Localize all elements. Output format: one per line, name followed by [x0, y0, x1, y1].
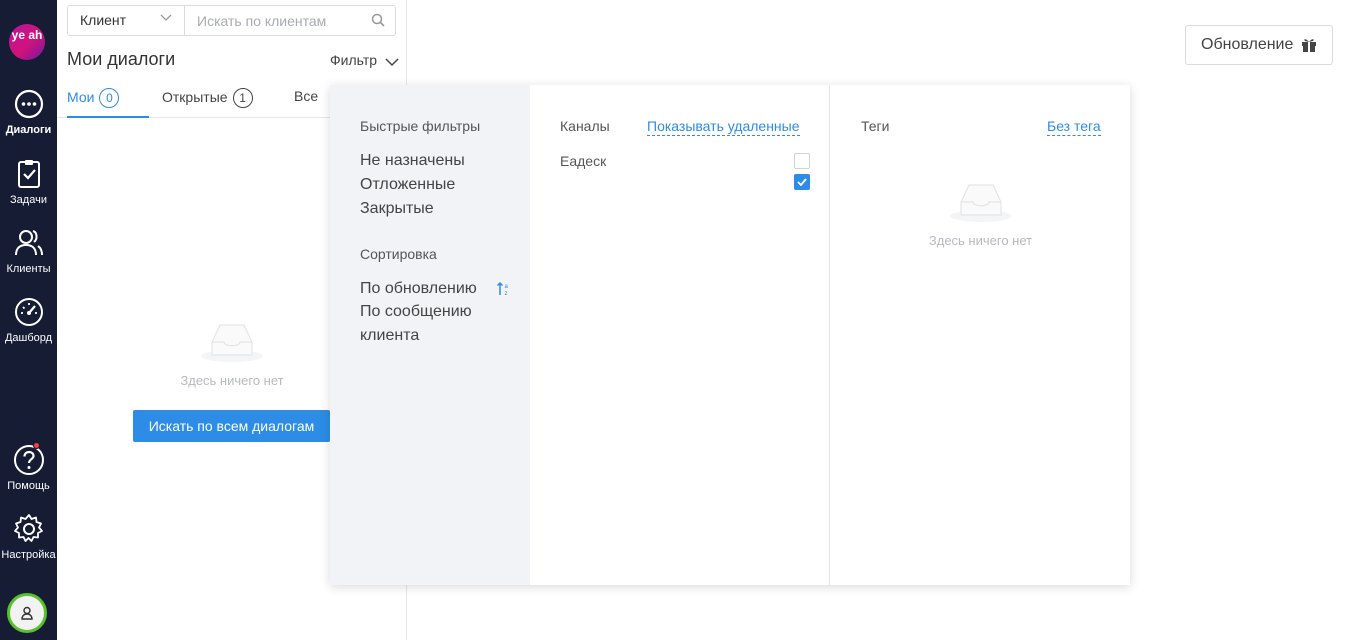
sort-az-icon[interactable]: a z	[496, 281, 512, 297]
app-logo[interactable]: ye ah	[9, 24, 45, 60]
nav-tasks-label: Задачи	[10, 194, 47, 206]
empty-inbox-icon	[949, 184, 1012, 222]
tab-open-label: Открытые	[162, 89, 228, 105]
search-type-select[interactable]: Клиент	[68, 6, 185, 35]
gift-icon	[1302, 39, 1316, 52]
count-badge: 0	[99, 88, 120, 108]
quick-filter-unassigned[interactable]: Не назначены	[360, 152, 465, 170]
search-all-button[interactable]: Искать по всем диалогам	[133, 410, 330, 442]
nav-help-label: Помощь	[7, 480, 50, 492]
quick-filters-column: Быстрые фильтры Не назначены Отложенные …	[330, 85, 530, 585]
tab-open[interactable]: Открытые 1	[162, 85, 253, 118]
quick-filter-snoozed[interactable]: Отложенные	[360, 176, 455, 194]
channel-checkbox-checked[interactable]	[794, 174, 810, 190]
tab-all-label: Все	[294, 88, 319, 104]
filter-dropdown: Быстрые фильтры Не назначены Отложенные …	[330, 85, 1130, 585]
nav-clients-label: Клиенты	[6, 263, 51, 275]
nav-clients[interactable]: Клиенты	[0, 227, 57, 275]
sort-by-update[interactable]: По обновлению	[360, 280, 477, 298]
update-button-label: Обновление	[1201, 36, 1294, 53]
search-type-value: Клиент	[80, 12, 127, 28]
quick-filter-closed[interactable]: Закрытые	[360, 200, 434, 218]
nav-tasks[interactable]: Задачи	[0, 158, 57, 206]
update-button[interactable]: Обновление	[1185, 25, 1333, 65]
tags-empty-text: Здесь ничего нет	[928, 233, 1033, 248]
nav-dashboard[interactable]: Дашборд	[0, 296, 57, 344]
tags-column: Теги Без тега Здесь ничего нет	[831, 85, 1130, 585]
quick-filters-title: Быстрые фильтры	[360, 118, 481, 134]
tab-mine[interactable]: Мои 0	[67, 85, 149, 118]
logo-text: ye ah	[11, 28, 43, 42]
gauge-icon	[14, 298, 43, 326]
chevron-down-icon	[385, 58, 399, 67]
search-bar: Клиент	[67, 5, 396, 36]
channels-column: Каналы Показывать удаленные Еадеск	[530, 85, 830, 585]
empty-inbox-icon	[201, 324, 263, 362]
channel-checkbox[interactable]	[794, 153, 810, 169]
check-icon	[797, 178, 807, 186]
tags-title: Теги	[861, 118, 890, 134]
filter-label: Фильтр	[330, 52, 378, 68]
users-icon	[14, 230, 43, 256]
help-icon	[13, 445, 44, 475]
tab-all[interactable]: Все	[294, 85, 318, 118]
nav-dashboard-label: Дашборд	[4, 332, 53, 344]
nav-dialogs[interactable]: Диалоги	[0, 88, 57, 136]
gear-icon	[13, 514, 43, 542]
clipboard-check-icon	[17, 160, 40, 188]
channels-title: Каналы	[560, 118, 610, 134]
count-badge: 1	[232, 88, 253, 108]
svg-text:z: z	[505, 291, 508, 297]
svg-text:a: a	[505, 284, 509, 290]
filter-button[interactable]: Фильтр	[330, 52, 399, 68]
sort-by-client-message[interactable]: По сообщению клиента	[360, 300, 510, 348]
tab-mine-label: Мои	[67, 89, 95, 105]
tags-empty-state: Здесь ничего нет	[831, 180, 1130, 248]
user-icon	[21, 606, 33, 620]
user-avatar[interactable]	[7, 593, 47, 633]
nav-dialogs-label: Диалоги	[5, 124, 52, 136]
chevron-down-icon	[160, 14, 172, 21]
nav-rail: ye ah Диалоги Задачи Клиенты Дашборд Пом…	[0, 0, 57, 640]
channel-name: Еадеск	[560, 153, 607, 169]
show-deleted-link[interactable]: Показывать удаленные	[647, 118, 800, 136]
nav-settings[interactable]: Настройка	[0, 513, 57, 561]
sort-title: Сортировка	[360, 246, 437, 262]
no-tag-link[interactable]: Без тега	[1047, 118, 1101, 136]
page-title: Мои диалоги	[67, 49, 176, 69]
search-icon[interactable]	[371, 13, 385, 27]
nav-help[interactable]: Помощь	[0, 442, 57, 492]
chat-bubble-icon	[14, 89, 43, 119]
notification-dot	[33, 442, 40, 449]
nav-settings-label: Настройка	[1, 549, 56, 561]
search-input[interactable]	[186, 6, 366, 35]
